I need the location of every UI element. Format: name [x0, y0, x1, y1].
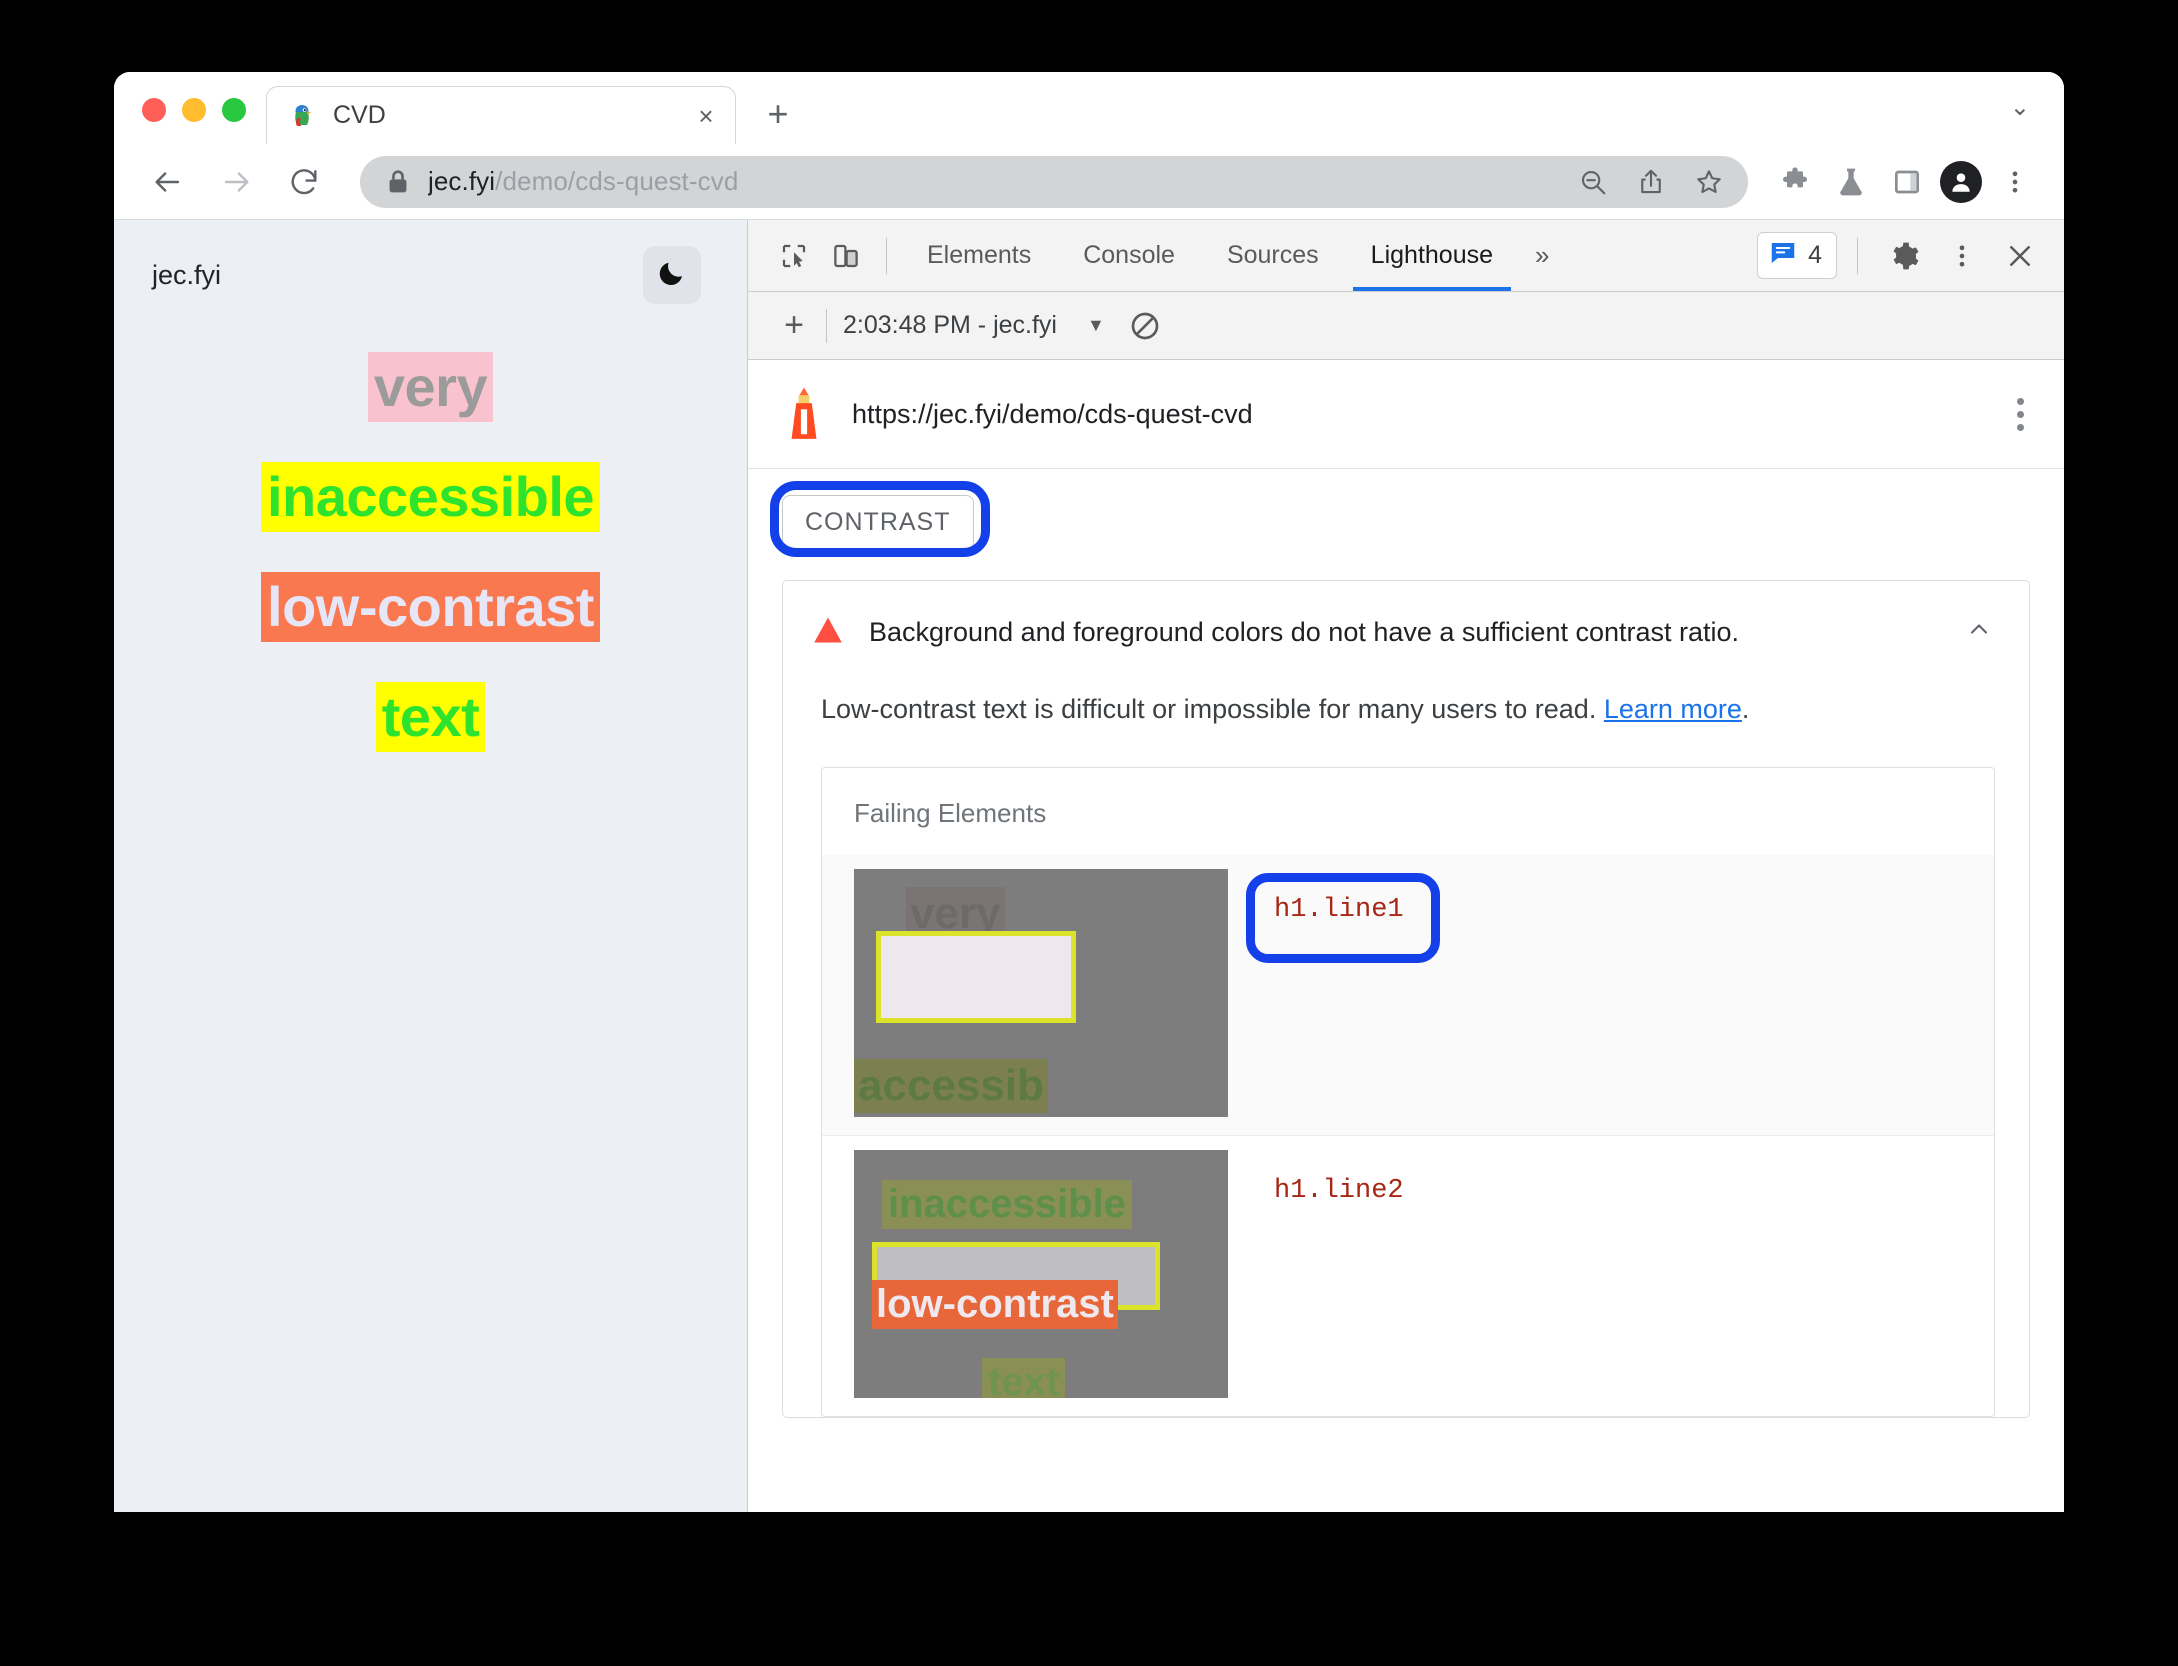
content-split: jec.fyi very inaccessible low-contrast t…: [114, 220, 2064, 1512]
headline-line-2: inaccessible: [260, 462, 601, 533]
tab-console[interactable]: Console: [1057, 220, 1201, 291]
category-chip-row: CONTRAST: [748, 469, 2064, 566]
url-path: /demo/cds-quest-cvd: [495, 166, 739, 196]
failing-selector[interactable]: h1.line1: [1246, 873, 1440, 964]
chevron-down-icon[interactable]: ▼: [1087, 315, 1105, 336]
warning-triangle-icon: [813, 616, 843, 649]
address-bar[interactable]: jec.fyi/demo/cds-quest-cvd: [360, 155, 1748, 208]
issues-message-icon: [1768, 238, 1798, 273]
close-tab-button[interactable]: ×: [691, 101, 721, 131]
labs-flask-icon[interactable]: [1828, 159, 1874, 205]
headline-line-4: text: [375, 682, 486, 753]
web-page-viewport: jec.fyi very inaccessible low-contrast t…: [114, 220, 748, 1512]
tab-sources[interactable]: Sources: [1201, 220, 1345, 291]
new-tab-button[interactable]: +: [750, 86, 806, 142]
failing-selector-text: h1.line1: [1274, 895, 1404, 926]
table-row: inaccessible low-contrast text h1.line2: [822, 1135, 1994, 1416]
failing-elements-table: Failing Elements very accessib h1.line1: [821, 767, 1995, 1418]
moon-icon: [657, 258, 687, 293]
devtools-panel: Elements Console Sources Lighthouse » 4 …: [748, 220, 2064, 1512]
reload-button[interactable]: [278, 156, 330, 208]
lock-icon: [386, 169, 410, 195]
failing-selector[interactable]: h1.line2: [1274, 1176, 1404, 1206]
profile-avatar-icon[interactable]: [1940, 160, 1982, 203]
address-bar-url: jec.fyi/demo/cds-quest-cvd: [428, 166, 1570, 197]
page-headline-lines: very inaccessible low-contrast text: [114, 352, 747, 753]
minimize-window-button[interactable]: [182, 98, 206, 122]
lighthouse-report: https://jec.fyi/demo/cds-quest-cvd CONTR…: [748, 360, 2064, 1512]
device-toolbar-icon[interactable]: [820, 230, 872, 282]
audit-card: Background and foreground colors do not …: [782, 580, 2030, 1419]
audit-title-row[interactable]: Background and foreground colors do not …: [783, 581, 2029, 684]
devtools-tab-list: Elements Console Sources Lighthouse: [901, 220, 1519, 291]
close-icon[interactable]: [1994, 230, 2046, 282]
site-name: jec.fyi: [152, 259, 222, 290]
thumbnail-text-middle: low-contrast: [872, 1280, 1118, 1330]
headline-line-3: low-contrast: [261, 572, 600, 643]
gear-icon[interactable]: [1878, 230, 1930, 282]
audit-description-suffix: .: [1741, 694, 1750, 724]
parrot-favicon: [289, 103, 315, 129]
audit-run-selector[interactable]: 2:03:48 PM - jec.fyi: [843, 311, 1057, 340]
toolbar-extension-icons: [1772, 159, 2038, 205]
report-menu-icon[interactable]: [2017, 397, 2034, 431]
report-header: https://jec.fyi/demo/cds-quest-cvd: [748, 360, 2064, 469]
line1-highlight: [876, 931, 1076, 1024]
report-url: https://jec.fyi/demo/cds-quest-cvd: [852, 398, 1253, 429]
audit-title: Background and foreground colors do not …: [869, 617, 1740, 647]
chevron-up-icon[interactable]: [1965, 615, 1999, 650]
devtools-menu-icon[interactable]: [1936, 230, 1988, 282]
zoom-out-icon[interactable]: [1570, 159, 1616, 205]
lighthouse-logo: [782, 386, 826, 442]
tab-lighthouse[interactable]: Lighthouse: [1345, 220, 1519, 291]
audit-description: Low-contrast text is difficult or imposs…: [783, 684, 2029, 767]
element-thumbnail[interactable]: inaccessible low-contrast text: [854, 1150, 1228, 1399]
browser-tab[interactable]: CVD ×: [266, 86, 736, 144]
toolbar-divider-2: [1857, 237, 1858, 274]
subbar-divider: [826, 308, 827, 343]
category-chip-contrast[interactable]: CONTRAST: [782, 495, 974, 550]
browser-window: CVD × + ⌄ jec.fyi/demo/cds-quest-cvd jec…: [114, 72, 2064, 1512]
share-icon[interactable]: [1628, 159, 1674, 205]
forward-button[interactable]: [210, 156, 262, 208]
inspect-cursor-icon[interactable]: [768, 230, 820, 282]
page-header: jec.fyi: [114, 220, 747, 304]
devtools-toolbar-right: 4: [1757, 230, 2046, 282]
issues-badge[interactable]: 4: [1757, 232, 1837, 279]
devtools-tabbar: Elements Console Sources Lighthouse » 4: [748, 220, 2064, 292]
more-tabs-button[interactable]: »: [1519, 240, 1565, 271]
lighthouse-subbar: + 2:03:48 PM - jec.fyi ▼: [748, 292, 2064, 360]
browser-toolbar: jec.fyi/demo/cds-quest-cvd: [114, 144, 2064, 220]
omnibox-actions: [1570, 159, 1738, 205]
tab-title: CVD: [333, 101, 386, 129]
thumbnail-text-below: text: [982, 1358, 1066, 1399]
maximize-window-button[interactable]: [222, 98, 246, 122]
window-controls: [114, 98, 266, 144]
thumbnail-text-below: accessib: [854, 1059, 1048, 1114]
bookmark-star-icon[interactable]: [1686, 159, 1732, 205]
browser-menu-icon[interactable]: [1992, 159, 2038, 205]
tab-elements[interactable]: Elements: [901, 220, 1057, 291]
no-entry-icon[interactable]: [1129, 310, 1161, 342]
headline-line-1: very: [367, 352, 494, 423]
failing-elements-header: Failing Elements: [854, 798, 1047, 829]
new-audit-button[interactable]: +: [768, 306, 820, 345]
audit-description-text: Low-contrast text is difficult or imposs…: [821, 694, 1604, 724]
toolbar-divider: [886, 237, 887, 274]
failing-selector-text: h1.line2: [1274, 1176, 1404, 1207]
side-panel-icon[interactable]: [1884, 159, 1930, 205]
tab-strip: CVD × + ⌄: [114, 72, 2064, 144]
thumbnail-text-above: inaccessible: [882, 1180, 1132, 1230]
table-row: very accessib h1.line1: [822, 855, 1994, 1136]
url-host: jec.fyi: [428, 166, 496, 196]
element-thumbnail[interactable]: very accessib: [854, 869, 1228, 1118]
chevron-down-icon[interactable]: ⌄: [2010, 93, 2064, 144]
extensions-puzzle-icon[interactable]: [1772, 159, 1818, 205]
close-window-button[interactable]: [142, 98, 166, 122]
back-button[interactable]: [142, 156, 194, 208]
learn-more-link[interactable]: Learn more: [1604, 694, 1742, 724]
issues-count: 4: [1808, 241, 1822, 269]
dark-mode-toggle[interactable]: [643, 246, 701, 304]
